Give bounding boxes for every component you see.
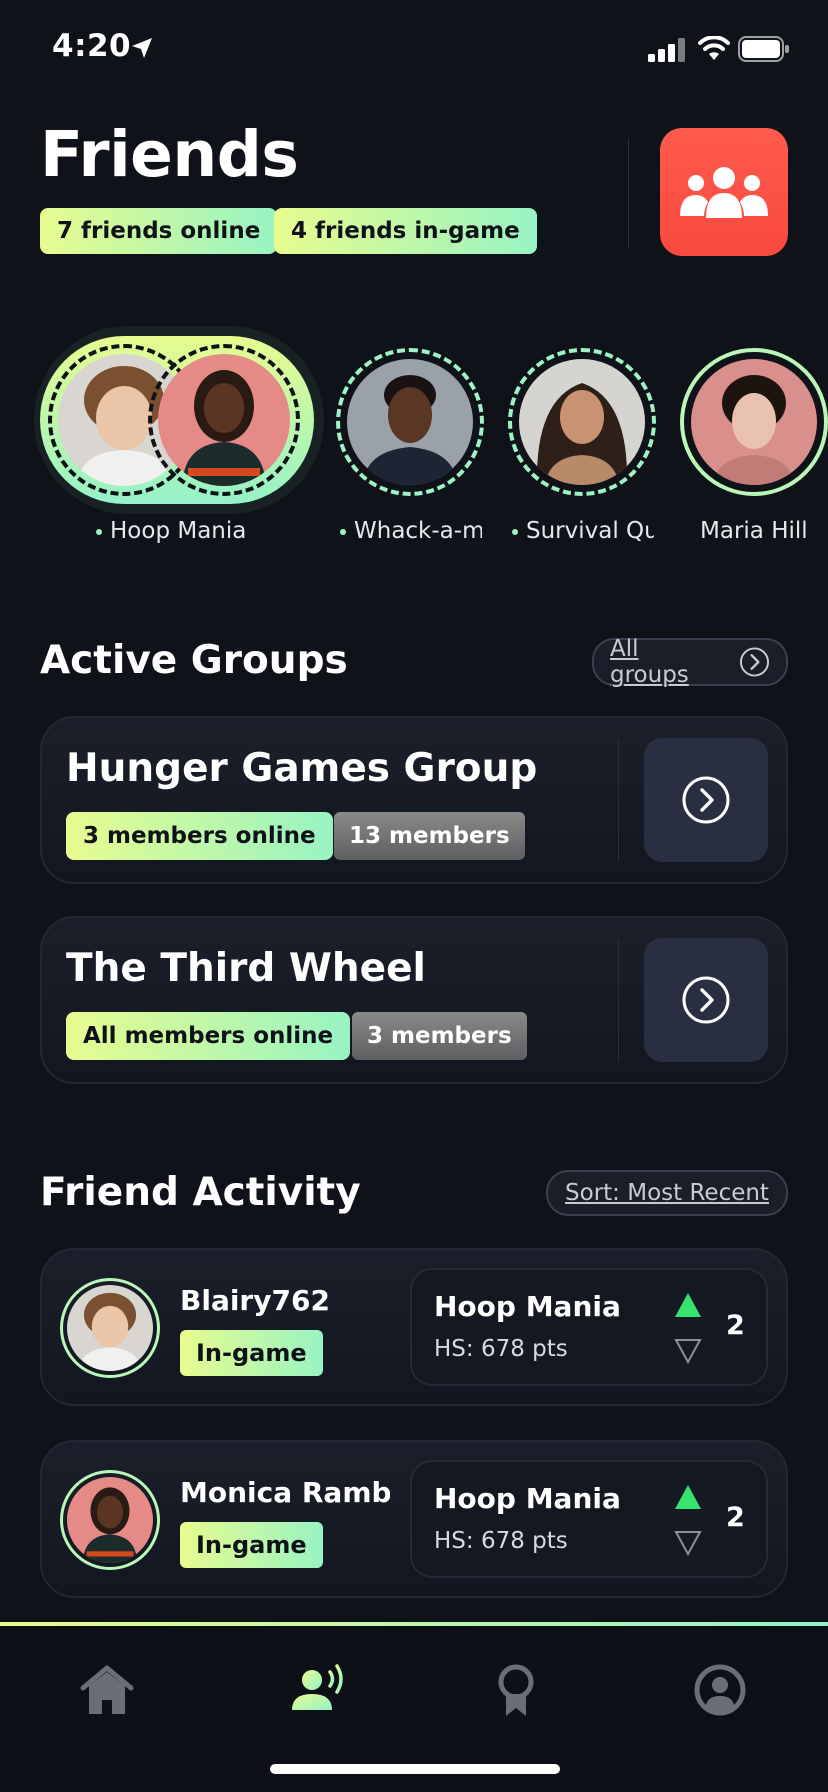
card-divider	[618, 740, 619, 862]
member-count-badge: 3 members	[352, 1012, 527, 1060]
hoop-mania-pair-avatar[interactable]	[40, 336, 314, 504]
group-name: The Third Wheel	[66, 946, 426, 991]
active-groups-title: Active Groups	[40, 638, 348, 683]
high-score: HS: 678 pts	[434, 1336, 568, 1362]
friends-online-badge: 7 friends online	[40, 208, 278, 254]
open-group-button[interactable]	[644, 738, 768, 862]
game-name: Hoop Mania	[434, 1290, 621, 1323]
friend-name: Blairy762	[180, 1284, 330, 1317]
game-info[interactable]: Hoop Mania HS: 678 pts 2	[410, 1460, 768, 1578]
battery-icon	[738, 36, 789, 62]
card-divider	[618, 940, 619, 1062]
status-badge: In-game	[180, 1330, 323, 1376]
home-indicator[interactable]	[270, 1764, 560, 1774]
rank-down-icon	[674, 1339, 702, 1364]
award-icon[interactable]	[486, 1660, 546, 1720]
avatar-blairy	[67, 1285, 153, 1371]
group-card[interactable]: Hunger Games Group 3 members online 13 m…	[40, 716, 788, 884]
avatar-monica	[158, 354, 290, 486]
group-name: Hunger Games Group	[66, 746, 538, 791]
high-score: HS: 678 pts	[434, 1528, 568, 1554]
sort-button[interactable]: Sort: Most Recent	[546, 1170, 788, 1216]
avatar-label: Survival Quest	[512, 518, 654, 544]
location-arrow-icon	[132, 38, 152, 58]
members-online-badge: All members online	[66, 1012, 351, 1060]
status-badge: In-game	[180, 1522, 323, 1568]
friend-activity-title: Friend Activity	[40, 1170, 361, 1215]
game-info[interactable]: Hoop Mania HS: 678 pts 2	[410, 1268, 768, 1386]
chevron-right-circle-icon	[682, 976, 730, 1024]
all-groups-label: All groups	[610, 636, 689, 688]
avatar-label: Maria Hill	[700, 518, 808, 544]
friends-ingame-badge: 4 friends in-game	[274, 208, 537, 254]
online-dot	[96, 528, 102, 535]
online-dot	[340, 528, 346, 535]
cellular-signal-icon	[648, 38, 685, 62]
profile-icon[interactable]	[690, 1660, 750, 1720]
avatar-maria[interactable]	[691, 359, 817, 485]
status-time: 4:20	[52, 28, 132, 64]
all-groups-button[interactable]: All groups	[592, 636, 788, 688]
home-icon[interactable]	[77, 1660, 137, 1720]
rank-number: 2	[726, 1310, 745, 1341]
avatar-label: Whack-a-mole	[340, 518, 482, 544]
online-dot	[512, 528, 518, 535]
rank-up-icon	[675, 1485, 701, 1509]
avatar-survival[interactable]	[519, 359, 645, 485]
avatar-label: Hoop Mania	[96, 518, 306, 544]
groups-button[interactable]	[660, 128, 788, 256]
game-name: Hoop Mania	[434, 1482, 621, 1515]
friends-icon[interactable]	[288, 1660, 348, 1720]
rank-number: 2	[726, 1502, 745, 1533]
member-count-badge: 13 members	[334, 812, 525, 860]
header-divider	[628, 138, 629, 248]
members-online-badge: 3 members online	[66, 812, 333, 860]
rank-down-icon	[674, 1531, 702, 1556]
wifi-icon	[698, 36, 730, 60]
open-group-button[interactable]	[644, 938, 768, 1062]
chevron-right-circle-icon	[682, 776, 730, 824]
chevron-right-circle-icon	[739, 647, 770, 677]
avatar-monica	[67, 1477, 153, 1563]
rank-up-icon	[675, 1293, 701, 1317]
avatar-whack[interactable]	[347, 359, 473, 485]
page-title: Friends	[40, 118, 299, 191]
activity-card[interactable]: Monica Rambeau In-game Hoop Mania HS: 67…	[40, 1440, 788, 1598]
friend-name: Monica Rambeau	[180, 1476, 390, 1509]
group-people-icon	[680, 167, 768, 218]
group-card[interactable]: The Third Wheel All members online 3 mem…	[40, 916, 788, 1084]
activity-card[interactable]: Blairy762 In-game Hoop Mania HS: 678 pts…	[40, 1248, 788, 1406]
